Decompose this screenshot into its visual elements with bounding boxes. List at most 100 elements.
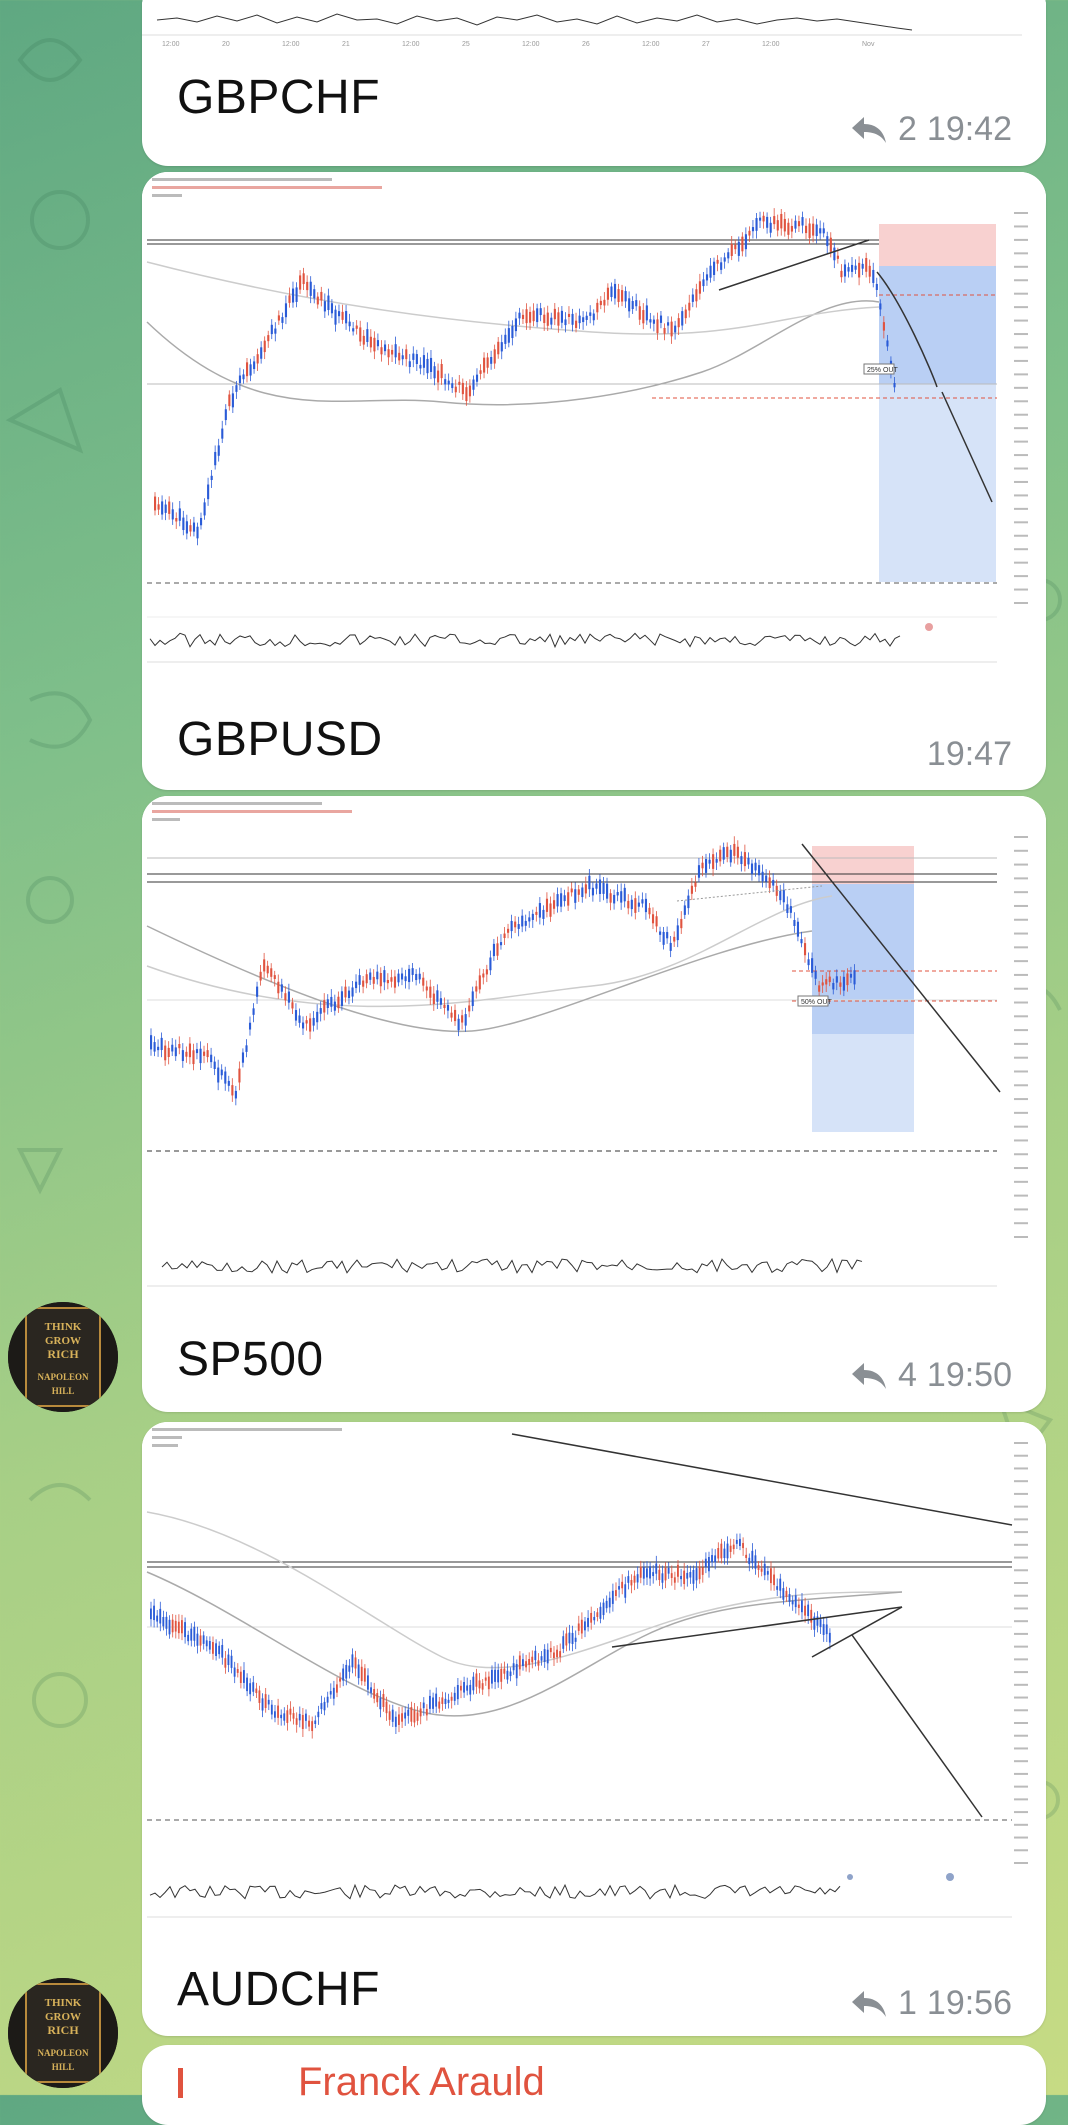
candle-body (528, 1658, 531, 1665)
candle-body (345, 1664, 348, 1679)
candle-body (270, 324, 273, 335)
svg-text:THINK: THINK (45, 1321, 82, 1333)
candle-body (504, 334, 507, 344)
candle-body (161, 501, 164, 515)
candle-body (698, 281, 701, 294)
candle-body (159, 1608, 162, 1624)
candle-body (258, 1690, 261, 1703)
candle-body (529, 311, 532, 323)
candle-body (744, 234, 747, 250)
candle-body (160, 1037, 163, 1051)
candle-body (631, 301, 634, 310)
price-axis-tick (1014, 1111, 1028, 1114)
message-bubble-gbpchf[interactable]: 12:00 20 12:00 21 12:00 25 12:00 26 12:00 27 12… (142, 0, 1046, 166)
candle-body (656, 319, 659, 334)
candle-body (412, 353, 415, 360)
price-axis-tick (1014, 373, 1028, 376)
candle-body (334, 309, 337, 325)
candle-body (789, 906, 792, 913)
candle-body (383, 970, 386, 983)
candle-body (649, 319, 652, 323)
message-bubble-next[interactable] (142, 2045, 1046, 2125)
candle-body (323, 1701, 326, 1711)
candle-body (419, 364, 422, 369)
candle-body (613, 894, 616, 904)
candle-body (571, 1632, 574, 1644)
candle-body (224, 1071, 227, 1084)
price-axis-tick (1014, 1001, 1028, 1004)
candle-body (723, 257, 726, 262)
candle-body (456, 1684, 459, 1700)
candle-body (853, 970, 856, 985)
candle-body (882, 322, 885, 331)
candle-body (500, 1668, 503, 1682)
candle-body (528, 917, 531, 922)
reply-quote-bar (178, 2068, 183, 2098)
price-axis-tick (1014, 1671, 1028, 1674)
candle-body (536, 308, 539, 323)
candle-body (666, 932, 669, 939)
candle-body (221, 428, 224, 439)
candle-body (748, 230, 751, 236)
candle-body (450, 1696, 453, 1701)
message-bubble-gbpusd[interactable]: 25% OUT GBPUSD 19:47 (142, 172, 1046, 790)
price-axis-tick (1014, 1785, 1028, 1788)
candle-body (171, 1044, 174, 1052)
candle-body (711, 1555, 713, 1563)
sender-avatar[interactable]: THINK GROW RICH NAPOLEON HILL (8, 1978, 118, 2088)
candle-body (379, 972, 382, 987)
chart-image-sp500[interactable]: 50% OUT (142, 796, 1046, 1306)
candle-body (224, 1658, 227, 1668)
candle-body (484, 1677, 487, 1681)
reply-arrow-icon[interactable] (850, 1361, 888, 1391)
candle-body (599, 1606, 602, 1619)
candle-body (397, 973, 400, 983)
candle-body (472, 379, 475, 390)
candle-body (212, 1642, 214, 1654)
candle-body (241, 1052, 245, 1063)
reply-count[interactable]: 4 (898, 1356, 917, 1395)
candle-body (234, 1090, 237, 1099)
candle-body (567, 892, 570, 906)
candle-body (584, 884, 587, 894)
candle-body (327, 295, 330, 311)
candle-body (270, 1704, 273, 1715)
reply-count[interactable]: 1 (898, 1984, 917, 2023)
candle-body (472, 1676, 475, 1691)
chart-image-gbpusd[interactable]: 25% OUT (142, 172, 1046, 684)
candle-body (670, 321, 673, 337)
message-bubble-audchf[interactable]: AUDCHF 1 19:56 (142, 1422, 1046, 2036)
candle-body (525, 1661, 527, 1668)
candle-body (875, 283, 878, 290)
reply-quote-author[interactable]: Franck Arauld (298, 2060, 545, 2105)
candle-body (440, 363, 443, 379)
candle-body (512, 1663, 515, 1671)
candle-body (780, 213, 783, 229)
candle-body (723, 1548, 726, 1559)
candle-body (376, 1693, 379, 1703)
candle-body (246, 1677, 248, 1692)
reply-arrow-icon[interactable] (850, 1989, 888, 2019)
candle-body (763, 1563, 766, 1576)
price-axis-tick (1014, 1070, 1028, 1073)
chart-image-audchf[interactable] (142, 1422, 1046, 1934)
candle-body (652, 319, 655, 324)
candle-body (865, 258, 868, 272)
chart-image-gbpchf-partial[interactable]: 12:00 20 12:00 21 12:00 25 12:00 26 12:00 27 12… (142, 0, 1046, 60)
candle-body (633, 1575, 636, 1583)
candle-body (256, 354, 259, 364)
reply-count[interactable]: 2 (898, 110, 917, 149)
candle-body (641, 899, 644, 904)
candle-body (475, 986, 478, 992)
price-axis-tick (1014, 1492, 1028, 1495)
reply-arrow-icon[interactable] (850, 115, 888, 145)
candle-body (800, 939, 803, 944)
sender-avatar[interactable]: THINK GROW RICH NAPOLEON HILL (8, 1302, 118, 1412)
candle-body (773, 216, 776, 225)
candle-body (419, 1708, 422, 1717)
message-bubble-sp500[interactable]: 50% OUT SP500 4 19:50 (142, 796, 1046, 1412)
candle-body (357, 1664, 360, 1679)
candle-body (295, 287, 298, 302)
candle-body (808, 223, 811, 238)
candle-body (636, 1574, 639, 1583)
